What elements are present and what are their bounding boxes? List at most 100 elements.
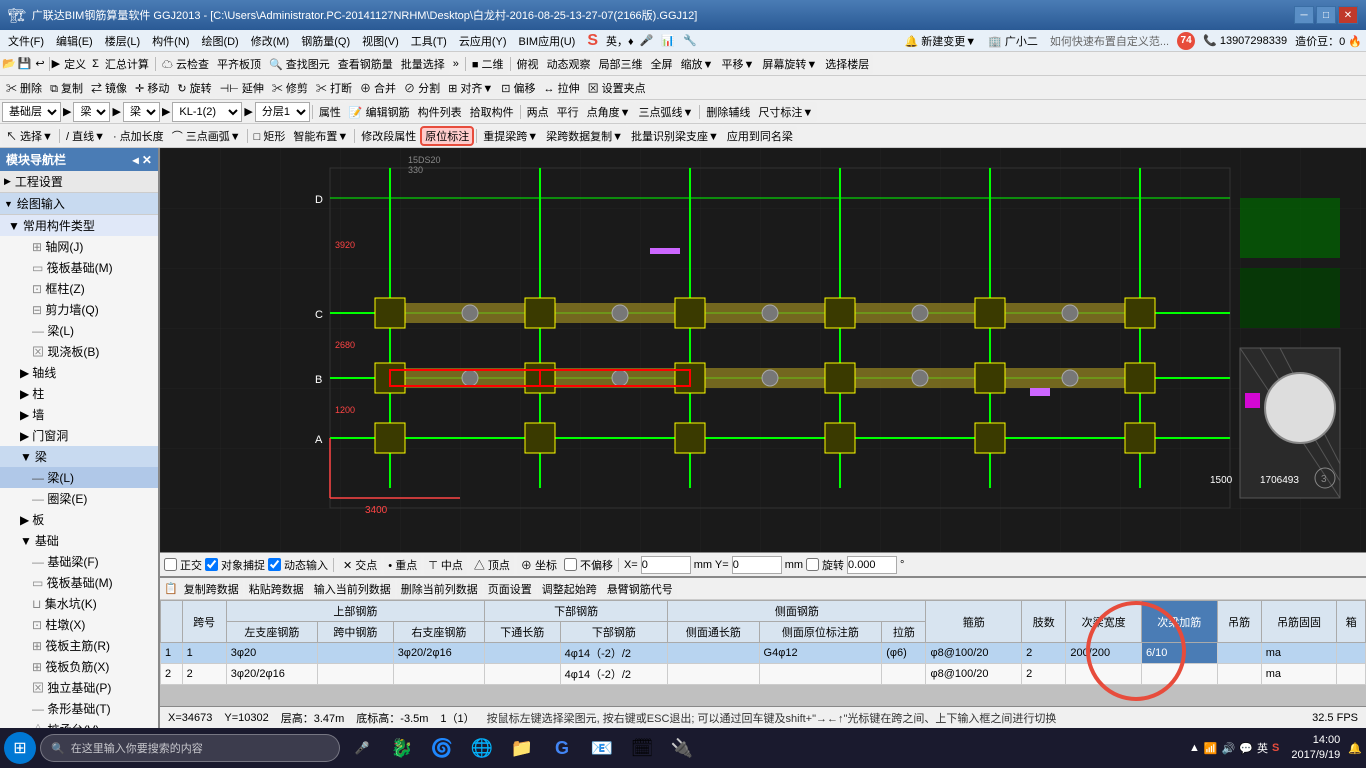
sum-calc-btn[interactable]: 汇总计算 [101, 54, 153, 74]
adjust-start-span-btn[interactable]: 调整起始跨 [538, 579, 601, 599]
dim-label-btn[interactable]: 尺寸标注▼ [754, 102, 817, 122]
nav-slab[interactable]: ▶ 板 [0, 509, 158, 530]
nav-sump[interactable]: ⊔ 集水坑(K) [0, 593, 158, 614]
dynamic-view-btn[interactable]: 动态观察 [543, 54, 595, 74]
nav-shear-wall[interactable]: ⊟ 剪力墙(Q) [0, 299, 158, 320]
page-setup-btn[interactable]: 页面设置 [484, 579, 536, 599]
no-offset-cb[interactable] [564, 558, 577, 571]
cell-1-mid[interactable] [318, 643, 394, 664]
taskbar-ie[interactable]: 🌐 [464, 730, 500, 766]
nav-engineering-setup[interactable]: ▶ 工程设置 [0, 171, 158, 193]
cell-2-left-support[interactable]: 3φ20/2φ16 [226, 664, 317, 685]
top-view-btn[interactable]: 俯视 [513, 54, 543, 74]
minimize-button[interactable]: ─ [1294, 6, 1314, 24]
nav-axis-grid[interactable]: ⊞ 轴网(J) [0, 236, 158, 257]
taskbar-folder[interactable]: 📁 [504, 730, 540, 766]
coord-point-btn[interactable]: ⊕ 坐标 [517, 555, 561, 575]
del-col-data-btn[interactable]: 删除当前列数据 [397, 579, 482, 599]
menu-layer[interactable]: 楼层(L) [101, 31, 144, 51]
define-btn[interactable]: 定义 [60, 54, 90, 74]
drawing-canvas[interactable]: 3400 A B C D 1200 2680 3920 [160, 148, 1366, 576]
move-btn[interactable]: ✛ 移动 [131, 78, 173, 98]
close-button[interactable]: ✕ [1338, 6, 1358, 24]
cell-1-hanger-solid[interactable]: ma [1261, 643, 1337, 664]
mirror-btn[interactable]: ⇄ 镜像 [87, 78, 131, 98]
table-row-1[interactable]: 1 1 3φ20 3φ20/2φ16 4φ14（-2）/2 G4φ12 [161, 643, 1366, 664]
cell-1-stirrup[interactable]: φ8@100/20 [926, 643, 1022, 664]
nav-pile-cap[interactable]: △ 桩承台(V) [0, 719, 158, 728]
x-input[interactable] [641, 556, 691, 574]
nav-strip-found[interactable]: — 条形基础(T) [0, 698, 158, 719]
three-arc-btn[interactable]: 三点弧线▼ [635, 102, 698, 122]
cell-1-extra[interactable] [1337, 643, 1366, 664]
menu-element[interactable]: 构件(N) [148, 31, 193, 51]
cell-2-extra[interactable] [1337, 664, 1366, 685]
cell-2-side-through[interactable] [668, 664, 759, 685]
find-elem-btn[interactable]: 🔍 查找图元 [265, 54, 334, 74]
paste-span-data-btn[interactable]: 粘贴跨数据 [245, 579, 308, 599]
cell-2-beam-width[interactable] [1066, 664, 1142, 685]
taskbar-icon-g[interactable]: G [544, 730, 580, 766]
cell-2-tie[interactable] [882, 664, 926, 685]
zoom-btn[interactable]: 缩放▼ [677, 54, 718, 74]
dynamic-input-cb[interactable] [268, 558, 281, 571]
cell-1-right-support[interactable]: 3φ20/2φ16 [393, 643, 484, 664]
top-point-btn[interactable]: △ 顶点 [470, 555, 514, 575]
pick-element-btn[interactable]: 拾取构件 [466, 102, 518, 122]
rotate-btn[interactable]: ↻ 旋转 [173, 78, 215, 98]
stretch-btn[interactable]: ↔ 拉伸 [540, 78, 584, 98]
floor-select[interactable]: 分层1 [255, 102, 310, 122]
start-button[interactable]: ⊞ [4, 732, 36, 764]
select-floor-btn[interactable]: 选择楼层 [821, 54, 873, 74]
nav-raft-main-steel[interactable]: ⊞ 筏板主筋(R) [0, 635, 158, 656]
fullscreen-btn[interactable]: 全屏 [647, 54, 677, 74]
offset-btn[interactable]: ⊡ 偏移 [497, 78, 539, 98]
menu-cloud[interactable]: 云应用(Y) [455, 31, 511, 51]
point-angle-btn[interactable]: 点角度▼ [583, 102, 635, 122]
element-list-btn[interactable]: 构件列表 [414, 102, 466, 122]
split-btn[interactable]: ⊘ 分割 [400, 78, 444, 98]
y-input[interactable] [732, 556, 782, 574]
taskbar-icon-4[interactable]: 🗓 [624, 730, 660, 766]
view-steel-btn[interactable]: 查看钢筋量 [334, 54, 397, 74]
nav-col-cap[interactable]: ⊡ 柱墩(X) [0, 614, 158, 635]
cell-2-right-support[interactable] [393, 664, 484, 685]
cell-2-bot-through[interactable] [484, 664, 560, 685]
cell-2-beam-add[interactable] [1141, 664, 1217, 685]
copy-btn[interactable]: ⧉ 复制 [46, 78, 87, 98]
nav-cast-slab[interactable]: ⊠ 现浇板(B) [0, 341, 158, 362]
nav-raft2[interactable]: ▭ 筏板基础(M) [0, 572, 158, 593]
nav-axis-line[interactable]: ▶ 轴线 [0, 362, 158, 383]
2d-btn[interactable]: ■ 二维 [468, 54, 508, 74]
menu-file[interactable]: 文件(F) [4, 31, 48, 51]
cell-2-hanger[interactable] [1217, 664, 1261, 685]
menu-bim[interactable]: BIM应用(U) [515, 31, 580, 51]
table-row-2[interactable]: 2 2 3φ20/2φ16 4φ14（-2）/2 [161, 664, 1366, 685]
line-btn[interactable]: / 直线▼ [62, 126, 109, 146]
object-snap-cb[interactable] [205, 558, 218, 571]
cell-2-bot-steel[interactable]: 4φ14（-2）/2 [560, 664, 668, 685]
rotate-cb[interactable] [806, 558, 819, 571]
menu-modify[interactable]: 修改(M) [247, 31, 294, 51]
screen-rotate-btn[interactable]: 屏幕旋转▼ [758, 54, 821, 74]
company-icon[interactable]: 🏢 广小二 [984, 31, 1042, 51]
pan-btn[interactable]: 平移▼ [717, 54, 758, 74]
taskbar-icon-3[interactable]: 📧 [584, 730, 620, 766]
cell-1-bot-steel[interactable]: 4φ14（-2）/2 [560, 643, 668, 664]
nav-column[interactable]: ▶ 柱 [0, 383, 158, 404]
tray-notification[interactable]: 🔔 [1348, 742, 1362, 755]
cell-2-hanger-solid[interactable]: ma [1261, 664, 1337, 685]
menu-tools[interactable]: 工具(T) [407, 31, 451, 51]
align-btn[interactable]: ⊞ 对齐▼ [444, 78, 497, 98]
parallel-btn[interactable]: 平行 [553, 102, 583, 122]
element-select[interactable]: 梁 [123, 102, 160, 122]
smart-layout-btn[interactable]: 智能布置▼ [289, 126, 352, 146]
nav-isolated-found[interactable]: ⊠ 独立基础(P) [0, 677, 158, 698]
nav-ring-beam[interactable]: — 圈梁(E) [0, 488, 158, 509]
apply-same-name-btn[interactable]: 应用到同名梁 [723, 126, 797, 146]
cell-2-stirrup[interactable]: φ8@100/20 [926, 664, 1022, 685]
nav-frame-column[interactable]: ⊡ 框柱(Z) [0, 278, 158, 299]
cell-2-legs[interactable]: 2 [1022, 664, 1066, 685]
cell-1-tie[interactable]: (φ6) [882, 643, 926, 664]
level-board-btn[interactable]: 平齐板顶 [213, 54, 265, 74]
